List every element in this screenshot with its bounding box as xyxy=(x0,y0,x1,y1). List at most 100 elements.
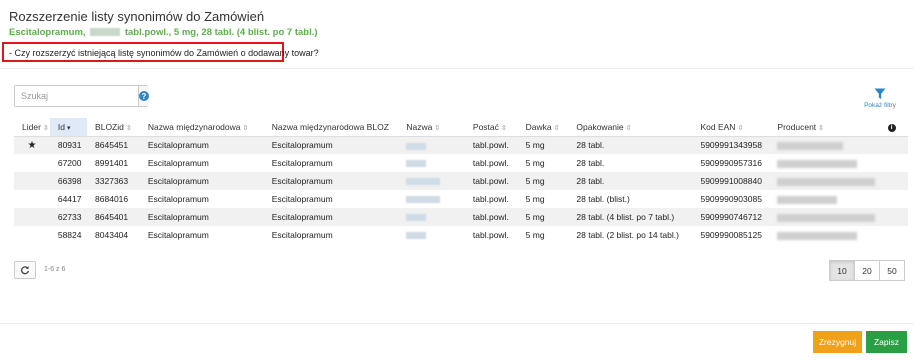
redacted-name xyxy=(406,196,441,204)
table-row[interactable]: 66398 3327363 Escitalopramum Escitalopra… xyxy=(14,172,908,190)
table-row[interactable]: 64417 8684016 Escitalopramum Escitalopra… xyxy=(14,190,908,208)
sort-icon: ⇳ xyxy=(818,124,825,132)
cell-nazwa-bloz: Escitalopramum xyxy=(263,208,399,226)
sort-icon: ⇳ xyxy=(242,124,249,132)
cell-dawka: 5 mg xyxy=(517,172,569,190)
sort-icon: ⇳ xyxy=(434,124,441,132)
cell-postac: tabl.powl. xyxy=(472,230,509,240)
refresh-icon xyxy=(21,266,30,275)
search-help-button[interactable]: ? xyxy=(138,86,149,106)
cell-opakowanie: 28 tabl. xyxy=(568,172,693,190)
cell-blozid: 8684016 xyxy=(95,194,129,204)
cell-blozid: 8645401 xyxy=(87,208,140,226)
search-input[interactable] xyxy=(15,86,138,106)
cell-ean: 5909991343958 xyxy=(692,136,770,154)
cell-producent xyxy=(769,172,876,190)
sort-icon: ⇳ xyxy=(42,124,49,132)
cell-dawka: 5 mg xyxy=(517,208,569,226)
redacted-producer xyxy=(777,159,858,168)
leader-cell xyxy=(14,208,50,226)
redacted-producer xyxy=(777,231,858,240)
cell-ean: 5909990746712 xyxy=(692,208,770,226)
refresh-button[interactable] xyxy=(14,261,36,279)
cell-producent xyxy=(769,154,875,172)
column-header-nazwa[interactable]: Nazwa ⇳ xyxy=(398,118,465,137)
column-header-kod-ean[interactable]: Kod EAN ⇳ xyxy=(692,118,770,137)
sort-icon: ⇳ xyxy=(553,124,560,132)
column-header-nazwa-miedzynarodowa-bloz: Nazwa międzynarodowa BLOZ xyxy=(263,118,399,137)
column-settings-header[interactable]: i xyxy=(875,118,908,137)
cell-opakowanie: 28 tabl. (2 blist. po 14 tabl.) xyxy=(576,230,679,240)
sort-icon: ⇳ xyxy=(125,124,132,132)
table-row[interactable]: 58824 8043404 Escitalopramum Escitalopra… xyxy=(14,226,908,244)
cell-dawka: 5 mg xyxy=(525,158,545,168)
leader-cell xyxy=(14,190,50,208)
cell-nazwa-miedzynarodowa: Escitalopramum xyxy=(139,208,264,226)
page-size-50-button[interactable]: 50 xyxy=(879,260,905,281)
cell-ean: 5909990957316 xyxy=(700,158,762,168)
cell-ean: 5909991008840 xyxy=(692,172,770,190)
cancel-button[interactable]: Zrezygnuj xyxy=(813,331,862,353)
redacted-producer xyxy=(777,177,876,186)
column-header-opakowanie[interactable]: Opakowanie ⇳ xyxy=(568,118,693,137)
show-filters-button[interactable]: Pokaż filtry xyxy=(862,88,898,112)
redacted-producer xyxy=(777,195,838,204)
sort-desc-icon: ▾ xyxy=(66,124,71,132)
cell-opakowanie: 28 tabl. xyxy=(576,158,605,168)
cell-empty xyxy=(875,190,908,208)
cell-id: 80931 xyxy=(49,136,88,154)
cell-opakowanie: 28 tabl. (blist.) xyxy=(576,194,630,204)
redacted-name xyxy=(406,142,427,150)
cell-nazwa xyxy=(398,190,465,208)
column-header-blozid[interactable]: BLOZid ⇳ xyxy=(87,118,140,137)
cell-nazwa-bloz: Escitalopramum xyxy=(271,158,333,168)
cell-nazwa-bloz: Escitalopramum xyxy=(263,136,399,154)
cell-nazwa-miedzynarodowa: Escitalopramum xyxy=(147,230,209,240)
table-row[interactable]: ★ 80931 8645451 Escitalopramum Escitalop… xyxy=(14,136,908,154)
page-size-10-button[interactable]: 10 xyxy=(829,260,855,281)
redacted-name xyxy=(406,214,427,222)
subtitle-details: tabl.powl., 5 mg, 28 tabl. (4 blist. po … xyxy=(124,27,318,38)
redacted-producer xyxy=(777,213,876,222)
column-header-postac[interactable]: Postać ⇳ xyxy=(464,118,518,137)
cell-nazwa xyxy=(398,154,465,172)
cell-id: 66398 xyxy=(49,172,88,190)
table-row[interactable]: 67200 8991401 Escitalopramum Escitalopra… xyxy=(14,154,908,172)
sort-icon: ⇳ xyxy=(737,124,744,132)
redacted-name xyxy=(406,232,427,240)
column-header-dawka[interactable]: Dawka ⇳ xyxy=(517,118,569,137)
cell-blozid: 8043404 xyxy=(95,230,129,240)
cell-postac: tabl.powl. xyxy=(464,208,518,226)
cell-blozid: 8645451 xyxy=(87,136,140,154)
footer-divider xyxy=(0,323,914,324)
cell-id: 67200 xyxy=(57,158,82,168)
cell-empty xyxy=(875,172,908,190)
leader-star-icon: ★ xyxy=(14,136,50,154)
cell-producent xyxy=(769,226,875,244)
column-header-nazwa-miedzynarodowa[interactable]: Nazwa międzynarodowa ⇳ xyxy=(139,118,264,137)
column-header-producent[interactable]: Producent ⇳ xyxy=(769,118,876,137)
info-icon[interactable]: i xyxy=(887,124,896,133)
cell-id: 64417 xyxy=(57,194,82,204)
column-header-id[interactable]: Id ▾ xyxy=(49,118,88,137)
cell-blozid: 3327363 xyxy=(87,172,140,190)
page-size-20-button[interactable]: 20 xyxy=(854,260,880,281)
cell-nazwa-miedzynarodowa: Escitalopramum xyxy=(139,136,264,154)
question-circle-icon: ? xyxy=(139,91,149,101)
cell-producent xyxy=(769,190,875,208)
cell-nazwa-miedzynarodowa: Escitalopramum xyxy=(147,158,209,168)
show-filters-label: Pokaż filtry xyxy=(864,102,896,109)
cell-nazwa xyxy=(398,172,465,190)
sort-icon: ⇳ xyxy=(500,124,507,132)
pager-info: 1-6 z 6 xyxy=(44,266,66,273)
column-header-lider[interactable]: Lider ⇳ xyxy=(14,118,50,137)
cell-empty xyxy=(875,136,908,154)
dialog-title: Rozszerzenie listy synonimów do Zamówień xyxy=(9,9,265,24)
cell-postac: tabl.powl. xyxy=(472,194,509,204)
table-header-row: Lider ⇳ Id ▾ BLOZid ⇳ Nazwa międzynarodowa ⇳… xyxy=(14,118,908,137)
table-row[interactable]: 62733 8645401 Escitalopramum Escitalopra… xyxy=(14,208,908,226)
redacted-name xyxy=(406,178,441,186)
cell-blozid: 8991401 xyxy=(95,158,129,168)
cell-nazwa-miedzynarodowa: Escitalopramum xyxy=(139,172,264,190)
save-button[interactable]: Zapisz xyxy=(866,331,907,353)
